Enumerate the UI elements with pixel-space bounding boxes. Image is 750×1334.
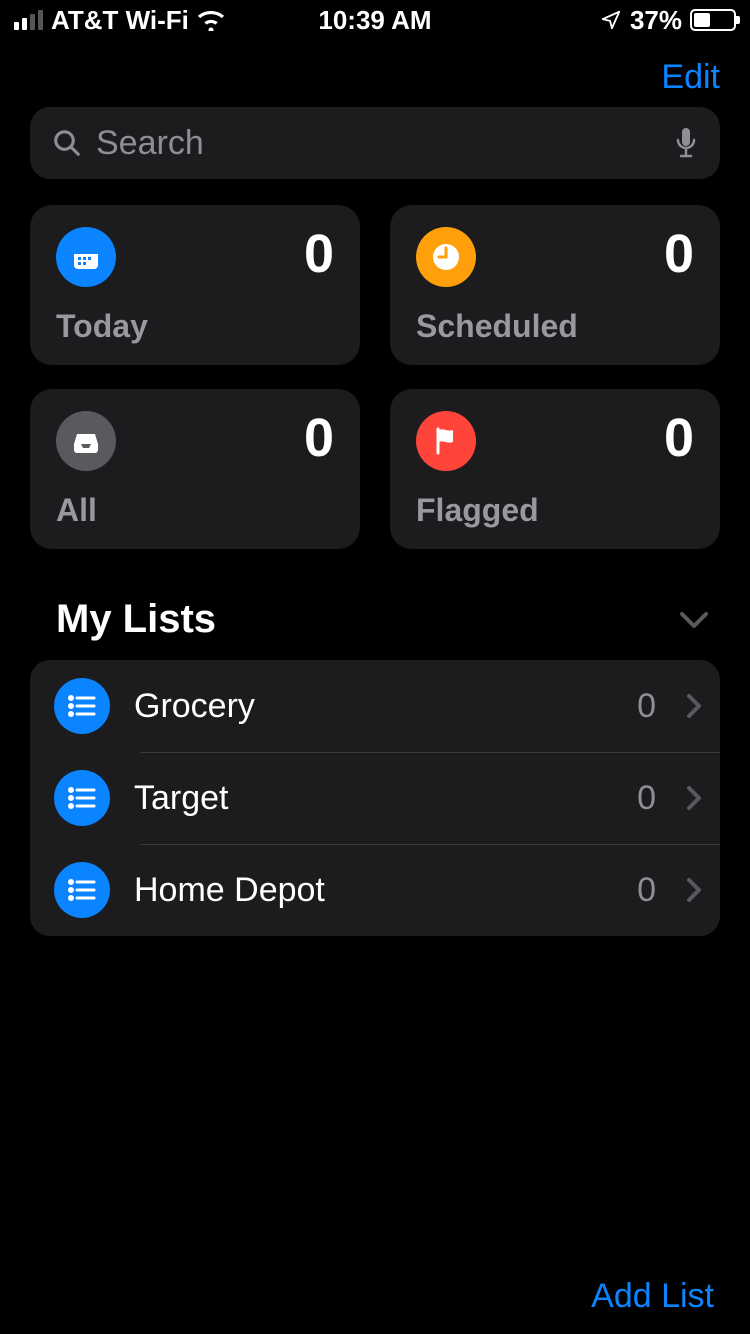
battery-icon bbox=[690, 9, 736, 31]
status-bar: AT&T Wi-Fi 10:39 AM 37% bbox=[0, 0, 750, 40]
list-name: Home Depot bbox=[134, 871, 613, 910]
calendar-today-icon bbox=[56, 227, 116, 287]
tile-today-label: Today bbox=[56, 308, 334, 345]
list-count: 0 bbox=[637, 871, 656, 910]
chevron-right-icon bbox=[686, 877, 702, 903]
edit-button[interactable]: Edit bbox=[661, 58, 720, 97]
chevron-right-icon bbox=[686, 693, 702, 719]
list-group: Grocery 0 Target 0 Home Depot 0 bbox=[30, 660, 720, 936]
search-field[interactable] bbox=[30, 107, 720, 179]
list-count: 0 bbox=[637, 779, 656, 818]
list-name: Target bbox=[134, 779, 613, 818]
list-row[interactable]: Home Depot 0 bbox=[30, 844, 720, 936]
add-list-button[interactable]: Add List bbox=[591, 1277, 714, 1316]
chevron-down-icon[interactable] bbox=[678, 610, 710, 630]
tile-scheduled-count: 0 bbox=[664, 227, 694, 281]
inbox-icon bbox=[56, 411, 116, 471]
list-row[interactable]: Target 0 bbox=[30, 752, 720, 844]
clock-icon bbox=[416, 227, 476, 287]
list-name: Grocery bbox=[134, 687, 613, 726]
tile-today[interactable]: 0 Today bbox=[30, 205, 360, 365]
tile-all[interactable]: 0 All bbox=[30, 389, 360, 549]
tile-scheduled-label: Scheduled bbox=[416, 308, 694, 345]
tile-scheduled[interactable]: 0 Scheduled bbox=[390, 205, 720, 365]
search-icon bbox=[52, 128, 82, 158]
tile-flagged-count: 0 bbox=[664, 411, 694, 465]
location-icon bbox=[600, 9, 622, 31]
list-icon bbox=[54, 862, 110, 918]
my-lists-heading: My Lists bbox=[56, 597, 216, 642]
tile-today-count: 0 bbox=[304, 227, 334, 281]
tile-all-count: 0 bbox=[304, 411, 334, 465]
tile-flagged[interactable]: 0 Flagged bbox=[390, 389, 720, 549]
carrier-label: AT&T Wi-Fi bbox=[51, 5, 189, 36]
flag-icon bbox=[416, 411, 476, 471]
list-count: 0 bbox=[637, 687, 656, 726]
dictation-icon[interactable] bbox=[674, 126, 698, 160]
list-icon bbox=[54, 770, 110, 826]
tile-all-label: All bbox=[56, 492, 334, 529]
chevron-right-icon bbox=[686, 785, 702, 811]
cell-signal-icon bbox=[14, 10, 43, 30]
list-row[interactable]: Grocery 0 bbox=[30, 660, 720, 752]
tile-flagged-label: Flagged bbox=[416, 492, 694, 529]
list-icon bbox=[54, 678, 110, 734]
battery-pct-label: 37% bbox=[630, 5, 682, 36]
search-input[interactable] bbox=[96, 124, 660, 163]
wifi-icon bbox=[197, 9, 225, 31]
